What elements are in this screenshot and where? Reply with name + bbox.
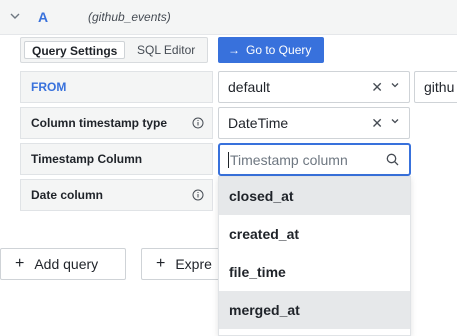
database-value: default <box>228 79 271 95</box>
column-timestamp-type-label: Column timestamp type <box>20 107 213 139</box>
text-cursor <box>228 151 229 168</box>
go-to-query-button[interactable]: → Go to Query <box>218 37 324 63</box>
date-column-label: Date column <box>20 179 213 211</box>
option-closed-at[interactable]: closed_at <box>219 177 410 215</box>
option-merged-at[interactable]: merged_at <box>219 291 410 329</box>
info-icon[interactable] <box>192 189 204 201</box>
table-select[interactable]: githu <box>414 71 457 103</box>
add-query-button[interactable]: + Add query <box>0 248 126 280</box>
table-value: githu <box>424 79 455 95</box>
plus-icon: + <box>156 255 166 272</box>
from-label: FROM <box>20 71 213 103</box>
timestamp-column-input[interactable] <box>230 151 380 168</box>
query-datasource: (github_events) <box>88 10 171 24</box>
chevron-down-icon[interactable] <box>390 80 400 90</box>
timestamp-column-text: Timestamp Column <box>31 152 143 166</box>
option-file-time[interactable]: file_time <box>219 253 410 291</box>
info-icon[interactable] <box>192 117 204 129</box>
query-header <box>0 0 457 35</box>
timestamp-type-select[interactable]: DateTime ✕ <box>218 107 410 139</box>
tab-sql-editor[interactable]: SQL Editor <box>130 41 202 59</box>
database-select[interactable]: default ✕ <box>218 71 410 103</box>
option-created-at[interactable]: created_at <box>219 215 410 253</box>
timestamp-column-label: Timestamp Column <box>20 143 213 175</box>
timestamp-column-options: closed_at created_at file_time merged_at <box>218 176 411 336</box>
clear-icon[interactable]: ✕ <box>371 79 383 96</box>
expression-label: Expre <box>175 256 212 272</box>
arrow-right-icon: → <box>228 43 240 57</box>
plus-icon: + <box>15 255 25 272</box>
query-letter[interactable]: A <box>38 9 48 25</box>
column-timestamp-type-text: Column timestamp type <box>31 116 168 130</box>
date-column-text: Date column <box>31 188 104 202</box>
editor-mode-tabs: Query Settings SQL Editor <box>20 37 208 63</box>
clear-icon[interactable]: ✕ <box>371 115 383 132</box>
chevron-down-icon[interactable] <box>8 9 22 23</box>
timestamp-column-search[interactable] <box>218 143 411 176</box>
from-label-text: FROM <box>31 80 67 94</box>
search-icon <box>386 153 399 166</box>
chevron-down-icon[interactable] <box>390 116 400 126</box>
add-query-label: Add query <box>34 256 99 272</box>
timestamp-type-value: DateTime <box>228 115 289 131</box>
go-to-query-label: Go to Query <box>246 43 312 57</box>
tab-query-settings[interactable]: Query Settings <box>24 41 126 59</box>
